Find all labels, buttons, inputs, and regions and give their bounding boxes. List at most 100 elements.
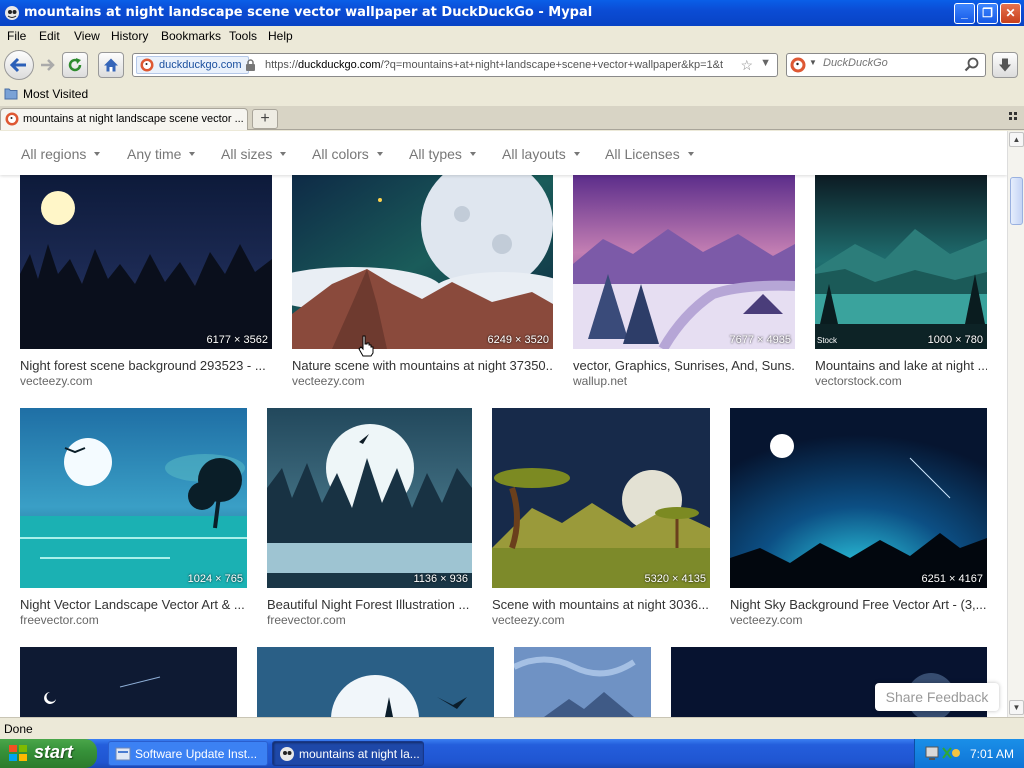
share-feedback-button[interactable]: Share Feedback (875, 683, 999, 711)
result-source[interactable]: wallup.net (573, 374, 627, 388)
tab-active[interactable]: mountains at night landscape scene vecto… (0, 108, 248, 130)
result-thumbnail[interactable]: 7677 × 4935 (573, 174, 795, 349)
forward-button[interactable] (34, 52, 60, 78)
menu-bookmarks[interactable]: Bookmarks (161, 29, 221, 43)
taskbar-item-label: Software Update Inst... (135, 747, 258, 761)
filter-layouts[interactable]: All layouts (502, 146, 580, 162)
duckduckgo-favicon-icon (5, 112, 19, 126)
windows-taskbar: start Software Update Inst... mountains … (0, 739, 1024, 768)
navigation-toolbar: duckduckgo.com https://duckduckgo.com/?q… (0, 46, 1024, 84)
mypal-icon (280, 747, 294, 761)
home-icon (104, 58, 118, 72)
result-title[interactable]: Night Sky Background Free Vector Art - (… (730, 597, 987, 612)
menu-tools[interactable]: Tools (229, 29, 257, 43)
menu-history[interactable]: History (111, 29, 148, 43)
chevron-down-icon (189, 152, 196, 156)
search-icon[interactable] (964, 57, 979, 72)
filter-time-label: Any time (127, 146, 182, 162)
search-bar[interactable]: ▼ (786, 53, 986, 77)
result-thumbnail[interactable] (514, 647, 651, 717)
menu-file[interactable]: File (7, 29, 26, 43)
reload-button[interactable] (62, 52, 88, 78)
lock-icon (246, 59, 255, 71)
taskbar-item-software-update[interactable]: Software Update Inst... (108, 741, 268, 766)
image-dimensions: 6251 × 4167 (921, 573, 983, 585)
start-button[interactable]: start (0, 739, 97, 768)
filter-sizes[interactable]: All sizes (221, 146, 287, 162)
search-input[interactable] (823, 57, 963, 69)
result-thumbnail[interactable]: 1024 × 765 (20, 408, 247, 588)
result-title[interactable]: Night Vector Landscape Vector Art & ... (20, 597, 247, 612)
result-title[interactable]: vector, Graphics, Sunrises, And, Suns... (573, 358, 795, 373)
home-button[interactable] (98, 52, 124, 78)
filter-types[interactable]: All types (409, 146, 476, 162)
menu-view[interactable]: View (74, 29, 100, 43)
result-thumbnail[interactable]: 6251 × 4167 (730, 408, 987, 588)
taskbar-item-browser[interactable]: mountains at night la... (272, 741, 424, 766)
url-bar[interactable]: duckduckgo.com https://duckduckgo.com/?q… (132, 53, 778, 77)
menu-edit[interactable]: Edit (39, 29, 60, 43)
result-thumbnail[interactable]: 6249 × 3520 (292, 174, 553, 349)
result-source[interactable]: vectorstock.com (815, 374, 902, 388)
image-dimensions: 5320 × 4135 (644, 573, 706, 585)
chevron-down-icon (573, 152, 580, 156)
menu-help[interactable]: Help (268, 29, 293, 43)
site-identity-button[interactable]: duckduckgo.com (136, 56, 249, 74)
result-title[interactable]: Night forest scene background 293523 - .… (20, 358, 272, 373)
result-title[interactable]: Nature scene with mountains at night 373… (292, 358, 553, 373)
tab-strip: mountains at night landscape scene vecto… (0, 106, 1024, 130)
window-title: mountains at night landscape scene vecto… (24, 5, 593, 20)
result-source[interactable]: vecteezy.com (20, 374, 92, 388)
maximize-button[interactable]: ❐ (977, 3, 998, 24)
result-thumbnail[interactable]: 1136 × 936 (267, 408, 472, 588)
result-title[interactable]: Beautiful Night Forest Illustration ... (267, 597, 472, 612)
chevron-down-icon (94, 152, 101, 156)
status-text: Done (4, 722, 33, 736)
result-title[interactable]: Mountains and lake at night ... (815, 358, 987, 373)
vertical-scrollbar[interactable]: ▲ ▼ (1007, 131, 1024, 717)
most-visited-label: Most Visited (23, 87, 89, 101)
system-tray: 7:01 AM (914, 739, 1024, 768)
chevron-down-icon (280, 152, 287, 156)
new-tab-button[interactable]: + (252, 109, 278, 129)
image-dimensions: 7677 × 4935 (729, 334, 791, 346)
filter-licenses[interactable]: All Licenses (605, 146, 694, 162)
result-thumbnail[interactable] (20, 647, 237, 717)
filter-time[interactable]: Any time (127, 146, 196, 162)
result-source[interactable]: vecteezy.com (730, 613, 802, 627)
scroll-down-button[interactable]: ▼ (1009, 700, 1024, 715)
tray-clock: 7:01 AM (970, 747, 1015, 761)
duckduckgo-engine-icon[interactable] (790, 57, 806, 73)
scrollbar-thumb[interactable] (1010, 177, 1023, 225)
site-identity-label: duckduckgo.com (159, 59, 242, 71)
minimize-button[interactable]: _ (954, 3, 975, 24)
image-dimensions: 6177 × 3562 (206, 334, 268, 346)
page-content: All regions Any time All sizes All color… (0, 131, 1007, 717)
filter-colors[interactable]: All colors (312, 146, 383, 162)
result-source[interactable]: vecteezy.com (292, 374, 364, 388)
result-thumbnail[interactable]: 1000 × 780 Stock (815, 174, 987, 349)
back-button[interactable] (4, 50, 34, 80)
image-dimensions: 1000 × 780 (927, 334, 983, 346)
tray-network-icon[interactable] (925, 745, 961, 761)
result-thumbnail[interactable]: 5320 × 4135 (492, 408, 710, 588)
result-source[interactable]: freevector.com (20, 613, 99, 627)
engine-dropdown-icon[interactable]: ▼ (809, 58, 817, 67)
most-visited-bookmark[interactable]: Most Visited (4, 87, 88, 101)
result-thumbnail[interactable]: 6177 × 3562 (20, 174, 272, 349)
filter-regions[interactable]: All regions (21, 146, 101, 162)
result-title[interactable]: Scene with mountains at night 3036... (492, 597, 710, 612)
image-watermark: Stock (817, 336, 838, 345)
close-button[interactable]: ✕ (1000, 3, 1021, 24)
result-source[interactable]: freevector.com (267, 613, 346, 627)
tab-list-grid-icon[interactable] (1009, 112, 1018, 121)
result-source[interactable]: vecteezy.com (492, 613, 564, 627)
reload-icon (68, 58, 82, 72)
url-dropdown-icon[interactable]: ▼ (760, 57, 771, 69)
downloads-button[interactable] (992, 52, 1018, 78)
url-text[interactable]: https://duckduckgo.com/?q=mountains+at+n… (265, 59, 735, 71)
bookmark-star-icon[interactable]: ☆ (740, 57, 753, 74)
scroll-up-button[interactable]: ▲ (1009, 132, 1024, 147)
result-thumbnail[interactable] (257, 647, 494, 717)
window-titlebar: mountains at night landscape scene vecto… (0, 0, 1024, 26)
